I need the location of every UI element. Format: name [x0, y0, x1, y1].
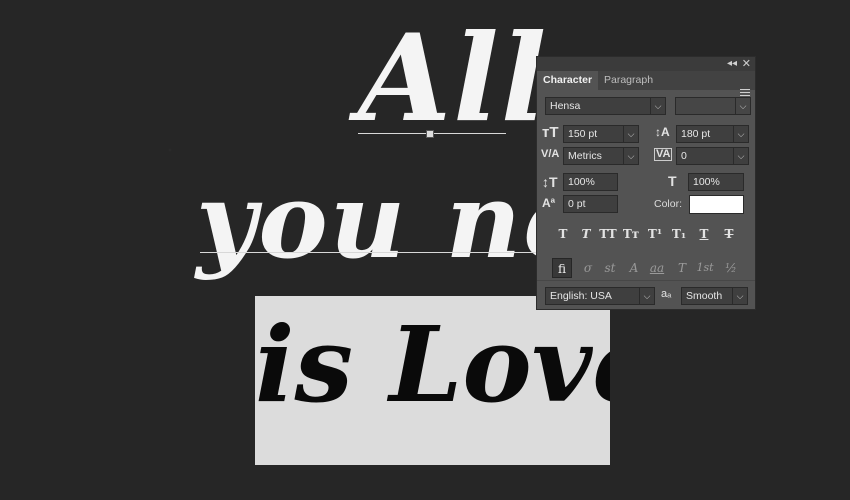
chevron-down-icon[interactable]: ⌵ — [623, 126, 638, 142]
text-layer-line-1[interactable]: All — [358, 14, 548, 144]
antialias-select[interactable]: Smooth ⌵ — [681, 287, 748, 305]
superscript-button[interactable]: T¹ — [645, 225, 665, 243]
fractions-button[interactable]: ½ — [721, 258, 741, 278]
text-layer-line-3[interactable]: is Love — [255, 300, 610, 430]
text-anchor-point[interactable] — [426, 130, 434, 138]
panel-titlebar[interactable]: ◂◂ ✕ — [537, 57, 755, 71]
font-size-icon: ᴛT — [542, 124, 559, 141]
text-baseline-2 — [200, 252, 540, 253]
kerning-value: Metrics — [568, 150, 602, 162]
underline-button[interactable]: T — [694, 225, 714, 243]
antialias-value: Smooth — [686, 290, 723, 302]
titling-alternates-button[interactable]: T — [672, 258, 692, 278]
font-family-value: Hensa — [550, 100, 581, 112]
chevron-down-icon[interactable]: ⌵ — [639, 288, 654, 304]
discretionary-ligatures-button[interactable]: st — [600, 258, 620, 278]
faux-bold-button[interactable]: T — [553, 225, 573, 243]
contextual-alternates-button[interactable]: σ — [578, 258, 598, 278]
leading-icon: ↕A — [655, 125, 670, 139]
language-value: English: USA — [550, 290, 612, 302]
tab-paragraph[interactable]: Paragraph — [598, 71, 659, 90]
text-selection-highlight[interactable]: is Love — [255, 296, 610, 465]
kerning-select[interactable]: Metrics ⌵ — [563, 147, 639, 165]
leading-field[interactable]: 180 pt ⌵ — [676, 125, 749, 143]
baseline-shift-icon: Aª — [542, 196, 556, 210]
language-select[interactable]: English: USA ⌵ — [545, 287, 655, 305]
chevron-down-icon[interactable]: ⌵ — [733, 148, 748, 164]
font-size-value: 150 pt — [568, 128, 598, 140]
kerning-icon: V/A — [541, 148, 560, 160]
panel-divider — [537, 280, 755, 281]
tracking-icon: VA — [654, 148, 673, 161]
ordinals-button[interactable]: 1st — [695, 258, 715, 278]
vertical-scale-icon: ↕T — [542, 174, 558, 190]
font-family-select[interactable]: Hensa ⌵ — [545, 97, 666, 115]
collapse-icon[interactable]: ◂◂ — [727, 58, 737, 69]
antialias-icon: aₐ — [661, 288, 672, 300]
chevron-down-icon[interactable]: ⌵ — [623, 148, 638, 164]
chevron-down-icon[interactable]: ⌵ — [735, 98, 750, 114]
all-caps-button[interactable]: TT — [598, 225, 618, 243]
chevron-down-icon[interactable]: ⌵ — [650, 98, 665, 114]
color-label: Color: — [654, 198, 683, 210]
standard-ligatures-button[interactable]: fi — [552, 258, 572, 278]
tracking-value: 0 — [681, 150, 687, 162]
horizontal-scale-value: 100% — [693, 176, 720, 188]
chevron-down-icon[interactable]: ⌵ — [732, 288, 747, 304]
close-icon[interactable]: ✕ — [742, 57, 751, 70]
font-style-select[interactable]: ⌵ — [675, 97, 751, 115]
font-size-field[interactable]: 150 pt ⌵ — [563, 125, 639, 143]
strikethrough-button[interactable]: T — [719, 225, 739, 243]
tab-character[interactable]: Character — [537, 71, 599, 90]
color-swatch[interactable] — [689, 195, 744, 214]
horizontal-scale-field[interactable]: 100% — [688, 173, 744, 191]
vertical-scale-value: 100% — [568, 176, 595, 188]
baseline-shift-value: 0 pt — [568, 198, 586, 210]
subscript-button[interactable]: T₁ — [669, 225, 689, 243]
tracking-select[interactable]: 0 ⌵ — [676, 147, 749, 165]
baseline-shift-field[interactable]: 0 pt — [563, 195, 618, 213]
panel-tabs: Character Paragraph — [537, 71, 755, 96]
small-caps-button[interactable]: Tт — [621, 225, 641, 243]
leading-value: 180 pt — [681, 128, 711, 140]
text-layer-line-2[interactable]: you ne — [196, 166, 591, 276]
faux-italic-button[interactable]: T — [576, 225, 596, 243]
chevron-down-icon[interactable]: ⌵ — [733, 126, 748, 142]
horizontal-scale-icon: T — [668, 173, 677, 189]
vertical-scale-field[interactable]: 100% — [563, 173, 618, 191]
character-panel: ◂◂ ✕ Character Paragraph Hensa ⌵ ⌵ ᴛT 15… — [536, 56, 756, 310]
stylistic-alternates-button[interactable]: aa — [647, 258, 667, 278]
swash-button[interactable]: A — [624, 258, 644, 278]
